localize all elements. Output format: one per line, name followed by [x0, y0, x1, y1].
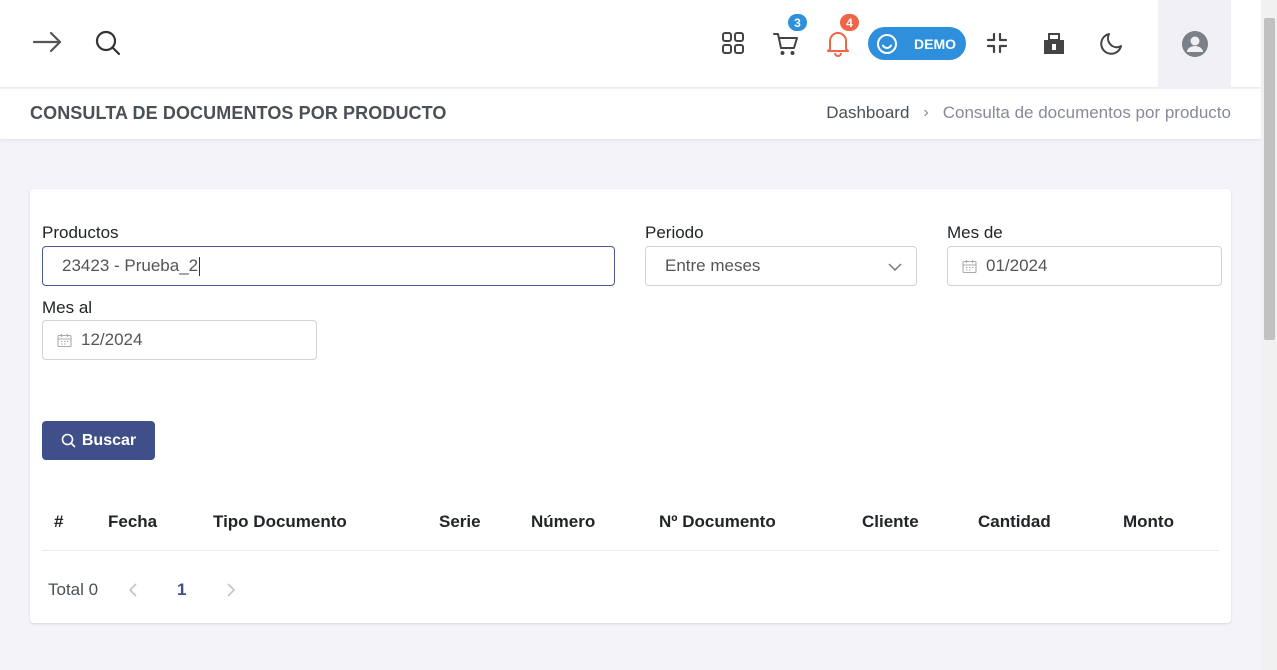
table-divider [42, 550, 1219, 551]
mes-de-value: 01/2024 [986, 256, 1048, 275]
top-bar: 3 4 DEMO [0, 0, 1261, 88]
mes-al-value: 12/2024 [81, 330, 143, 349]
breadcrumb-dashboard-link[interactable]: Dashboard [826, 103, 909, 123]
store-icon[interactable] [1040, 28, 1068, 58]
text-cursor [199, 256, 201, 276]
pagination-next-chevron-icon[interactable] [225, 582, 237, 603]
mes-al-label: Mes al [42, 298, 93, 317]
periodo-select[interactable]: Entre meses [645, 246, 917, 286]
page-title: CONSULTA DE DOCUMENTOS POR PRODUCTO [30, 103, 447, 123]
menu-toggle-arrow-icon[interactable] [32, 28, 64, 56]
page-title-bar: CONSULTA DE DOCUMENTOS POR PRODUCTO Dash… [0, 89, 1261, 139]
column-header-index: # [54, 512, 64, 531]
calendar-icon [57, 333, 72, 347]
smile-icon [877, 33, 897, 54]
exit-fullscreen-icon[interactable] [983, 29, 1011, 57]
column-header-numero: Número [531, 512, 596, 531]
page-scrollbar[interactable] [1261, 0, 1277, 670]
pagination-prev-chevron-icon[interactable] [127, 582, 139, 603]
search-icon [61, 433, 76, 448]
apps-grid-icon[interactable] [719, 29, 747, 57]
mes-al-input[interactable]: 12/2024 [42, 320, 317, 360]
user-profile-menu[interactable] [1158, 0, 1231, 88]
user-avatar-icon [1181, 31, 1208, 57]
search-button-label: Buscar [81, 431, 137, 449]
periodo-label: Periodo [645, 223, 704, 242]
column-header-fecha: Fecha [108, 512, 158, 531]
search-button[interactable]: Buscar [42, 421, 155, 460]
breadcrumb-separator: › [923, 104, 929, 121]
mes-de-label: Mes de [947, 223, 1003, 242]
column-header-cantidad: Cantidad [978, 512, 1051, 531]
pagination-total: Total 0 [48, 580, 99, 599]
column-header-monto: Monto [1123, 512, 1174, 531]
column-header-tipo-documento: Tipo Documento [213, 512, 347, 531]
pagination-page-1[interactable]: 1 [177, 580, 186, 600]
demo-label: DEMO [914, 35, 956, 52]
breadcrumb-current: Consulta de documentos por producto [942, 103, 1231, 122]
notifications-count-badge: 4 [838, 12, 861, 33]
demo-mode-toggle[interactable]: DEMO [868, 27, 966, 60]
column-header-n-documento: Nº Documento [659, 512, 776, 531]
dark-mode-moon-icon[interactable] [1098, 28, 1126, 58]
cart-count-badge: 3 [786, 12, 809, 33]
scrollbar-thumb[interactable] [1264, 18, 1275, 340]
cart-icon[interactable] [771, 29, 801, 59]
column-header-cliente: Cliente [862, 512, 919, 531]
calendar-icon [962, 259, 977, 273]
column-header-serie: Serie [439, 512, 481, 531]
productos-input[interactable]: 23423 - Prueba_2 [42, 246, 615, 286]
productos-value: 23423 - Prueba_2 [62, 256, 199, 275]
productos-label: Productos [42, 223, 119, 242]
periodo-value: Entre meses [665, 256, 761, 275]
mes-de-input[interactable]: 01/2024 [947, 246, 1222, 286]
chevron-down-icon [888, 263, 902, 272]
search-icon[interactable] [93, 28, 123, 58]
breadcrumb: Dashboard › Consulta de documentos por p… [826, 103, 1231, 123]
